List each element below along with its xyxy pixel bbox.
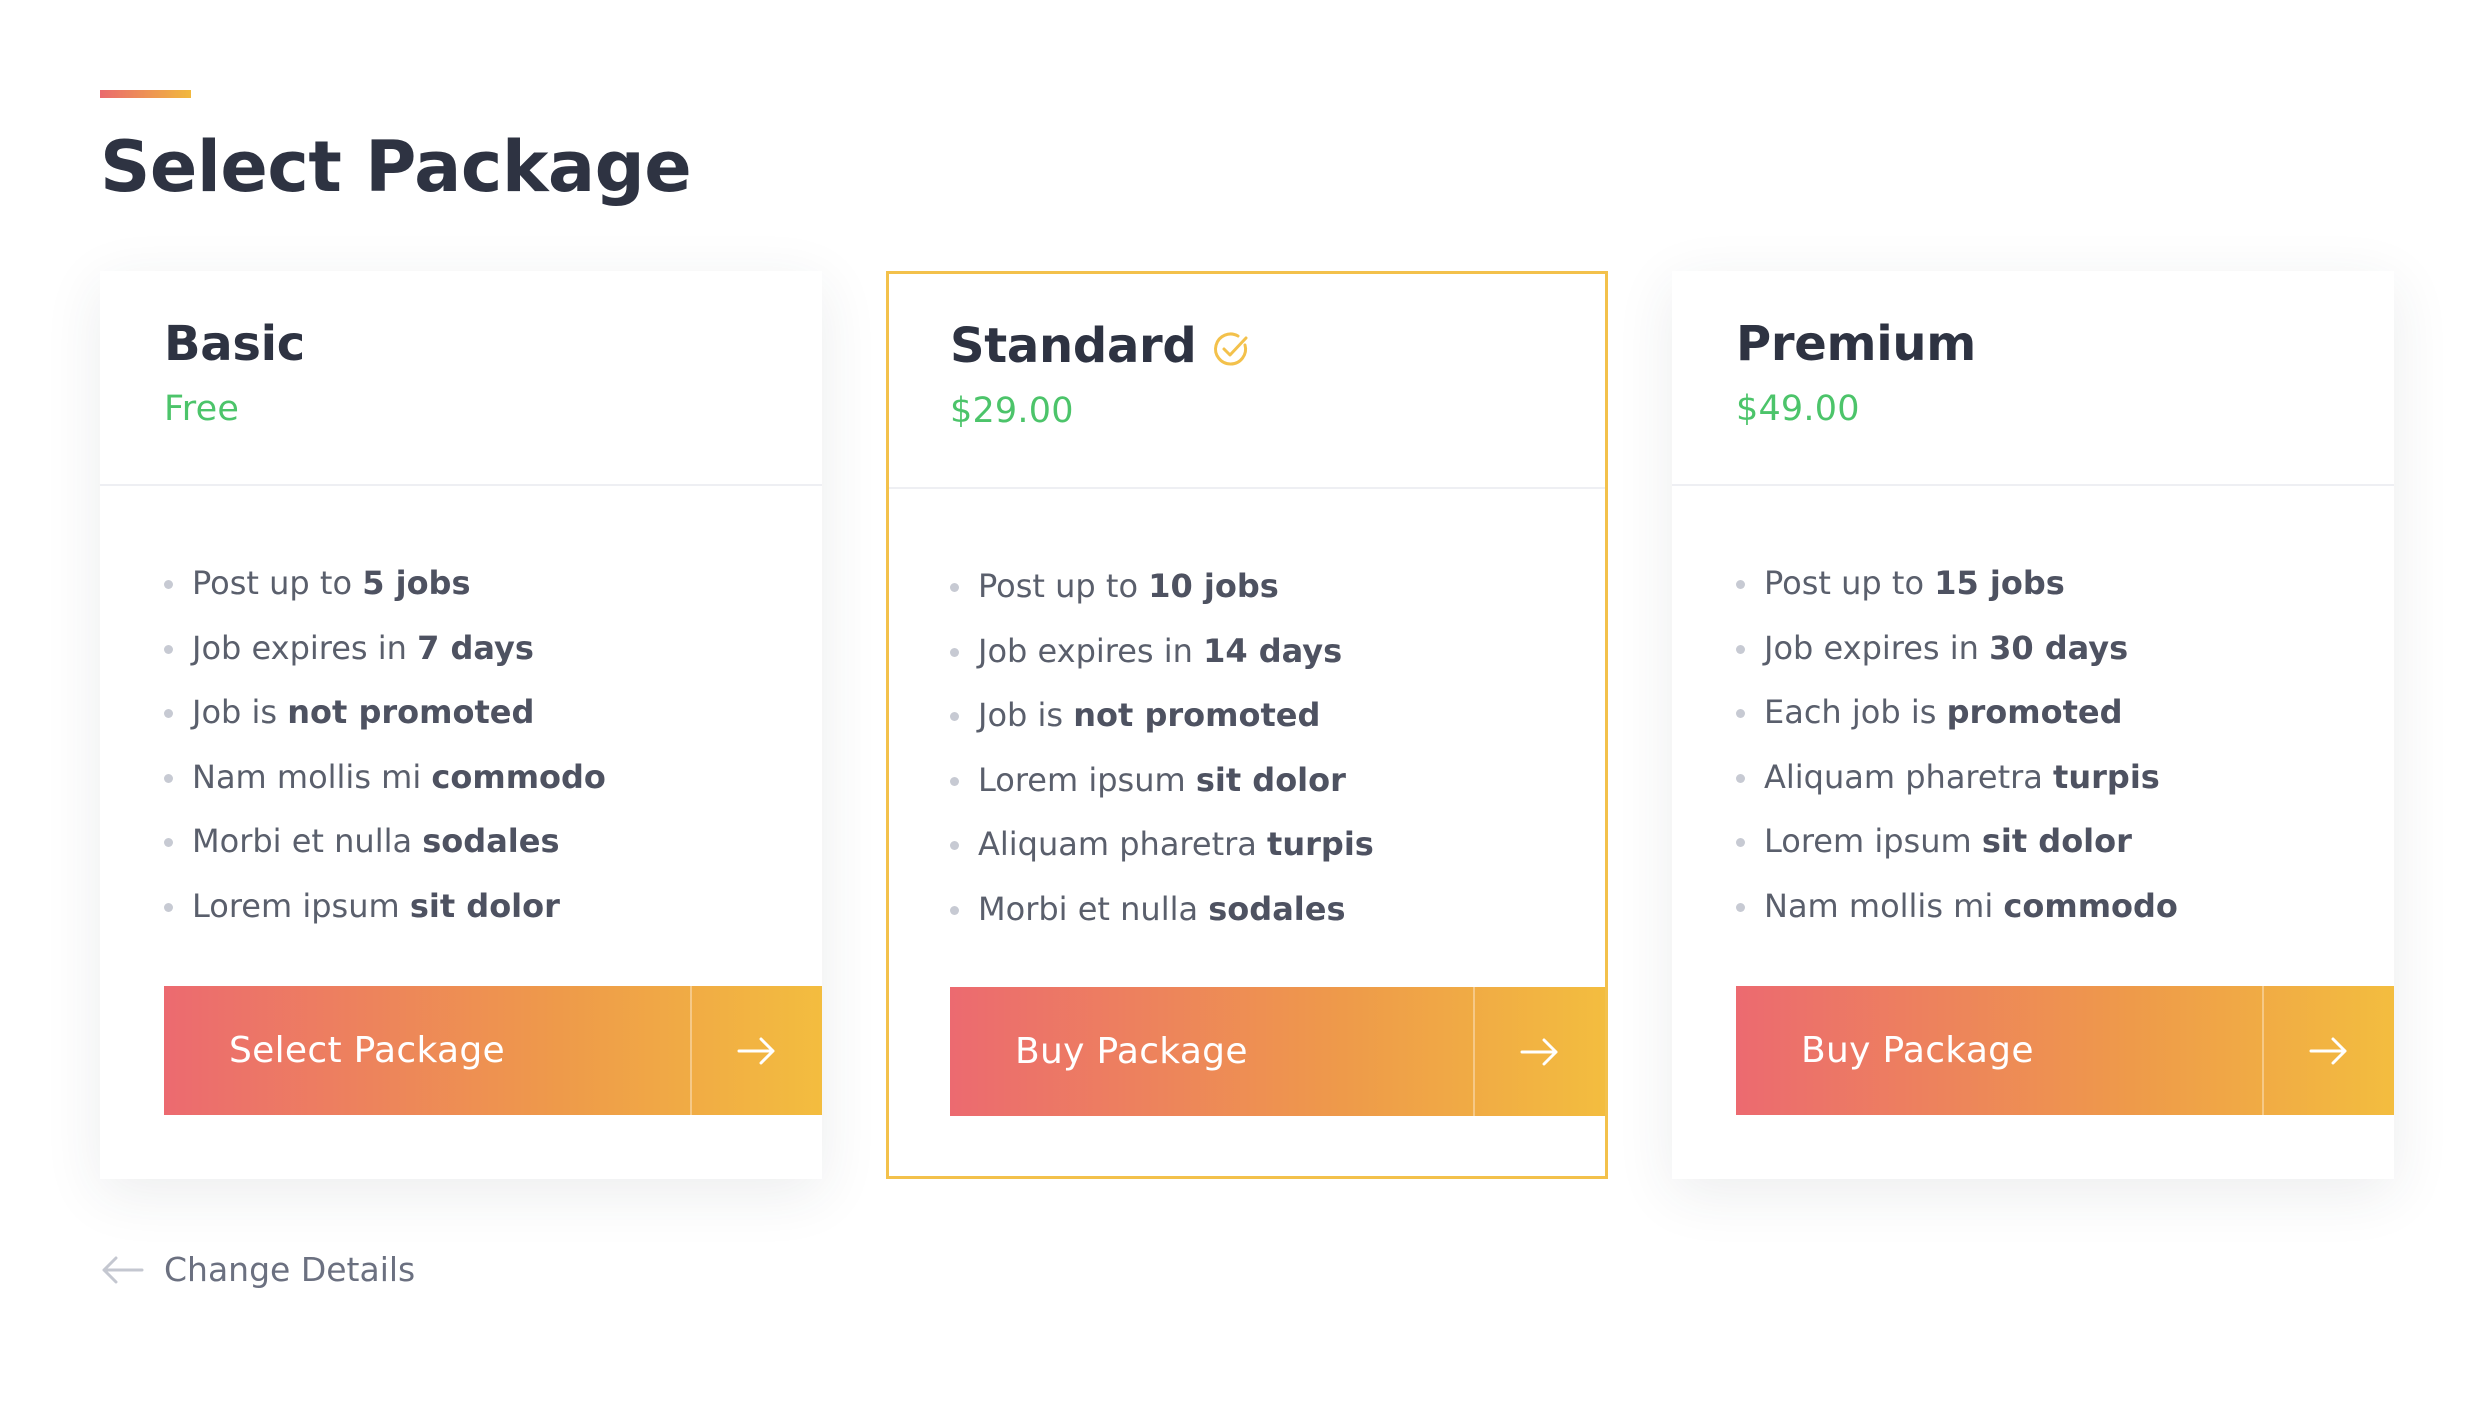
change-details-link[interactable]: Change Details [100, 1250, 415, 1289]
bullet-dot [950, 905, 959, 915]
feature-item: Job is not promoted [950, 683, 1605, 748]
package-name: Standard [950, 318, 1197, 374]
button-label: Buy Package [1736, 986, 2264, 1115]
feature-item: Each job is promoted [1736, 680, 2394, 745]
package-selection-page: Select Package Basic Free Post up to 5 j… [0, 0, 2490, 1414]
buy-package-button[interactable]: Buy Package [1736, 986, 2394, 1115]
bullet-dot [1736, 838, 1745, 847]
bullet-dot [950, 776, 959, 786]
feature-item: Post up to 15 jobs [1736, 551, 2394, 616]
bullet-dot [164, 902, 173, 912]
bullet-dot [950, 583, 959, 592]
package-card-standard[interactable]: Standard $29.00 Post up to 10 jobs Job e… [886, 271, 1608, 1179]
feature-item: Morbi et nulla sodales [164, 809, 822, 874]
package-card-basic[interactable]: Basic Free Post up to 5 jobs Job expires… [100, 271, 822, 1179]
feature-item: Post up to 10 jobs [950, 554, 1605, 619]
feature-item: Job is not promoted [164, 680, 822, 745]
package-price: $29.00 [950, 391, 1074, 431]
feature-item: Job expires in 14 days [950, 619, 1605, 684]
bullet-dot [950, 841, 959, 850]
feature-item: Morbi et nulla sodales [950, 877, 1605, 942]
bullet-dot [164, 580, 173, 589]
feature-item: Aliquam pharetra turpis [950, 812, 1605, 877]
feature-item: Nam mollis mi commodo [1736, 874, 2394, 939]
package-card-premium[interactable]: Premium $49.00 Post up to 15 jobs Job ex… [1672, 271, 2394, 1179]
feature-list: Post up to 10 jobs Job expires in 14 day… [889, 489, 1605, 941]
check-circle-icon [1210, 328, 1252, 370]
package-card-header: Premium $49.00 [1672, 271, 2394, 486]
feature-item: Job expires in 7 days [164, 616, 822, 681]
bullet-dot [1736, 580, 1745, 589]
arrow-right-icon [692, 986, 822, 1115]
package-price: $49.00 [1736, 389, 1860, 429]
feature-item: Post up to 5 jobs [164, 551, 822, 616]
feature-item: Nam mollis mi commodo [164, 745, 822, 810]
package-name: Basic [164, 316, 305, 372]
feature-item: Lorem ipsum sit dolor [1736, 809, 2394, 874]
change-details-label: Change Details [164, 1250, 416, 1289]
arrow-right-icon [2264, 986, 2394, 1115]
bullet-dot [1736, 709, 1745, 718]
feature-item: Lorem ipsum sit dolor [950, 748, 1605, 813]
page-title: Select Package [100, 126, 692, 208]
package-name: Premium [1736, 316, 1976, 372]
arrow-right-icon [1475, 987, 1605, 1116]
bullet-dot [1736, 644, 1745, 654]
bullet-dot [950, 712, 959, 721]
package-card-header: Basic Free [100, 271, 822, 486]
arrow-left-icon [100, 1255, 144, 1285]
buy-package-button[interactable]: Buy Package [950, 987, 1605, 1116]
feature-list: Post up to 5 jobs Job expires in 7 days … [100, 486, 822, 938]
bullet-dot [1736, 902, 1745, 912]
title-accent-bar [100, 90, 191, 98]
bullet-dot [164, 644, 173, 654]
button-label: Select Package [164, 986, 692, 1115]
bullet-dot [164, 709, 173, 718]
bullet-dot [164, 838, 173, 847]
feature-list: Post up to 15 jobs Job expires in 30 day… [1672, 486, 2394, 938]
button-label: Buy Package [950, 987, 1475, 1116]
feature-item: Aliquam pharetra turpis [1736, 745, 2394, 810]
package-price: Free [164, 389, 240, 429]
bullet-dot [164, 773, 173, 783]
feature-item: Job expires in 30 days [1736, 616, 2394, 681]
select-package-button[interactable]: Select Package [164, 986, 822, 1115]
bullet-dot [950, 647, 959, 657]
feature-item: Lorem ipsum sit dolor [164, 874, 822, 939]
package-card-header: Standard $29.00 [889, 274, 1605, 489]
bullet-dot [1736, 773, 1745, 783]
